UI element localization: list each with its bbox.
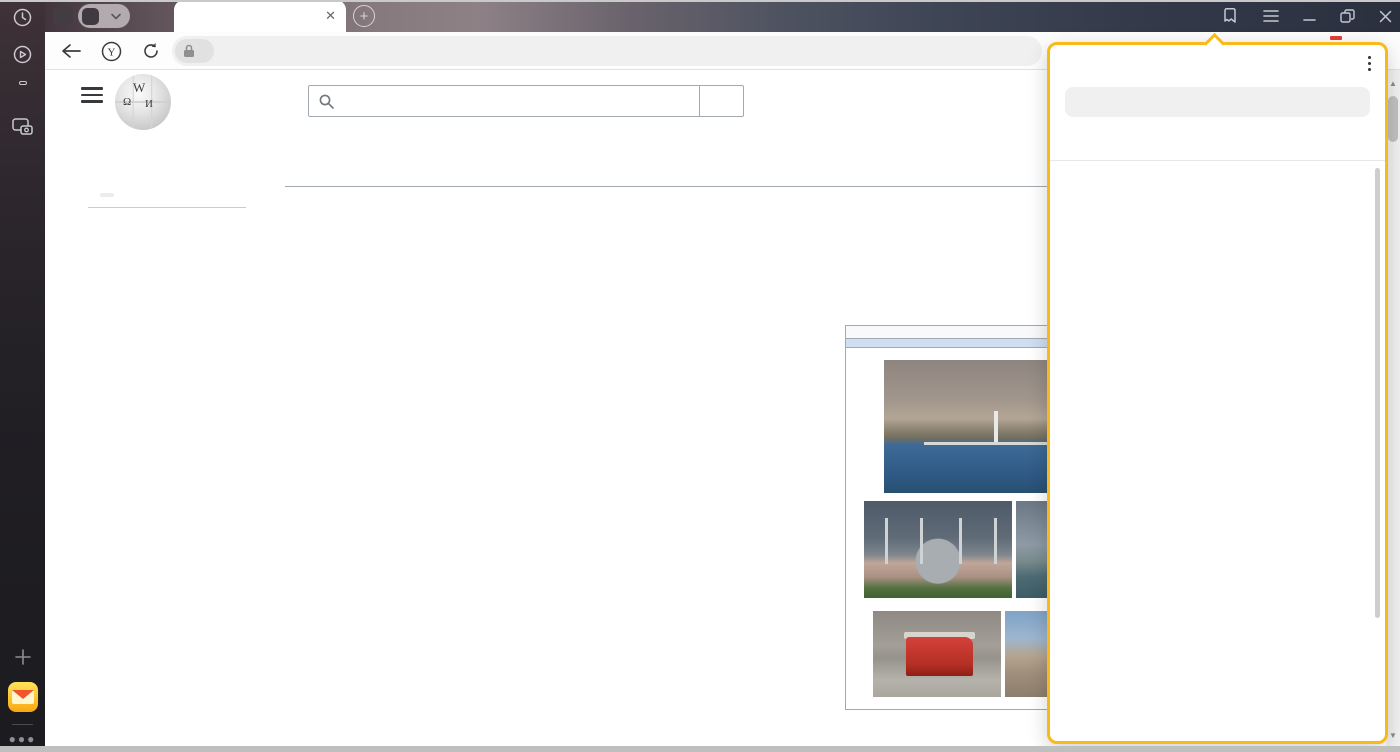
download-indicator xyxy=(1330,36,1342,40)
favorites-panel xyxy=(1047,42,1388,744)
yandex-button-icon[interactable]: Y xyxy=(93,32,129,70)
history-icon[interactable] xyxy=(0,8,45,27)
rail-more-icon[interactable]: ●●● xyxy=(0,732,45,746)
scroll-down-icon[interactable]: ▼ xyxy=(1386,728,1400,742)
close-window-icon[interactable] xyxy=(1379,10,1392,23)
chevron-down-icon xyxy=(111,7,121,25)
add-panel-icon[interactable] xyxy=(0,648,45,666)
play-media-icon[interactable] xyxy=(0,45,45,64)
tab-bar: ✕ + xyxy=(45,0,1400,32)
yandex-mail-icon[interactable] xyxy=(0,682,45,712)
window-top-edge xyxy=(0,0,1400,2)
browser-side-rail: ●●● xyxy=(0,0,45,746)
lock-icon xyxy=(183,44,195,58)
wiki-search-box[interactable] xyxy=(308,85,700,117)
tram-photo[interactable] xyxy=(873,611,1001,697)
tab-group-badge[interactable] xyxy=(53,6,73,26)
wiki-search-button[interactable] xyxy=(699,85,744,117)
window-bottom-edge xyxy=(0,746,1400,752)
active-tab[interactable]: ✕ xyxy=(174,0,346,32)
group-count xyxy=(82,8,99,25)
minimize-icon[interactable] xyxy=(1303,10,1316,23)
scrollbar-thumb[interactable] xyxy=(1388,96,1398,142)
tab-close-icon[interactable]: ✕ xyxy=(325,8,336,24)
window-controls xyxy=(1221,0,1392,32)
scroll-up-icon[interactable]: ▲ xyxy=(1386,76,1400,90)
tab-group-filmler[interactable] xyxy=(78,4,130,28)
favorites-search-input[interactable] xyxy=(1065,95,1370,110)
tab-counter-value xyxy=(19,81,27,85)
title-divider xyxy=(285,186,1180,187)
panel-scrollbar-thumb[interactable] xyxy=(1375,168,1380,618)
ayasofya-photo[interactable] xyxy=(864,501,1012,598)
wikipedia-globe-logo[interactable]: W Ω И xyxy=(115,74,171,130)
browser-window: ●●● ✕ + xyxy=(0,0,1400,752)
tab-counter-badge[interactable] xyxy=(0,81,45,85)
search-icon xyxy=(319,94,334,109)
svg-text:Y: Y xyxy=(107,46,115,58)
toc-hide-button[interactable] xyxy=(100,193,114,197)
favorites-search-box[interactable] xyxy=(1065,87,1370,117)
restore-window-icon[interactable] xyxy=(1340,9,1355,24)
menu-icon[interactable] xyxy=(1263,10,1279,22)
toc-divider xyxy=(88,207,246,208)
wiki-hamburger-icon[interactable] xyxy=(81,87,103,103)
table-of-contents xyxy=(88,193,268,216)
refresh-icon[interactable] xyxy=(133,32,169,70)
back-icon[interactable] xyxy=(53,32,89,70)
screenshot-icon[interactable] xyxy=(0,118,45,135)
new-tab-button[interactable]: + xyxy=(353,5,375,27)
rail-divider xyxy=(12,724,33,725)
address-bar[interactable] xyxy=(172,36,1042,66)
site-origin-chip[interactable] xyxy=(175,39,214,63)
favorites-tabs xyxy=(1050,121,1385,161)
bookmarks-panel-icon[interactable] xyxy=(1221,7,1239,25)
page-scrollbar[interactable]: ▲ ▼ xyxy=(1386,70,1400,746)
kebab-menu-icon[interactable] xyxy=(1368,56,1371,71)
wiki-search-input[interactable] xyxy=(342,93,699,109)
